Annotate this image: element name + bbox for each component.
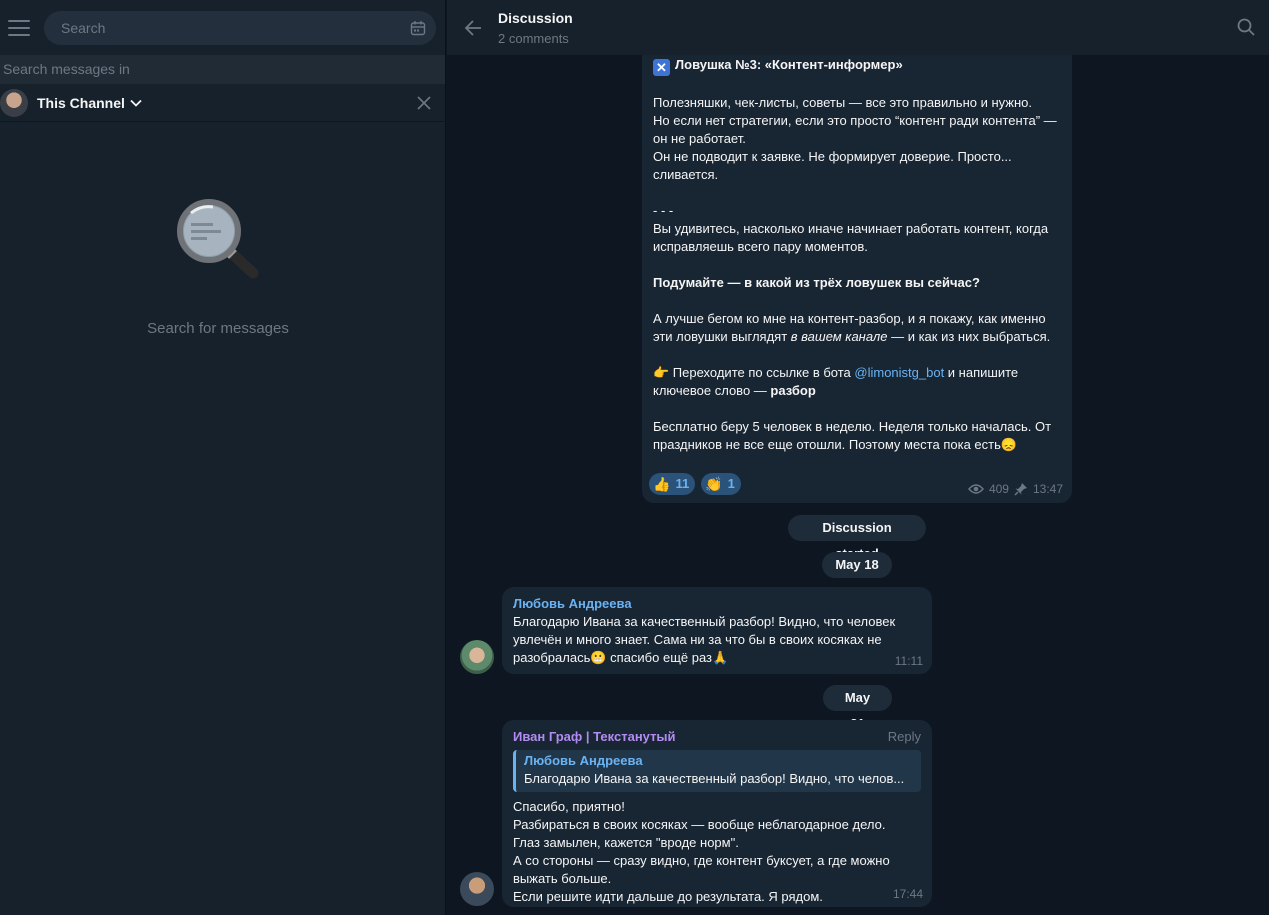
search-scope-row[interactable]: This Channel (0, 84, 445, 122)
comment-text: Спасибо, приятно! Разбираться в своих ко… (513, 799, 890, 904)
comment-author[interactable]: Любовь Андреева (513, 595, 921, 613)
channel-avatar (0, 88, 28, 117)
comment-time: 17:44 (892, 887, 923, 901)
close-icon[interactable] (417, 96, 431, 110)
post-paragraph-5: Бесплатно беру 5 человек в неделю. Недел… (653, 419, 1052, 452)
reaction-clap[interactable]: 👏 1 (701, 473, 741, 495)
avatar[interactable] (460, 640, 494, 674)
thumbs-up-icon: 👍 (653, 476, 671, 492)
eye-icon (968, 484, 984, 494)
date-badge: May 21 (823, 685, 892, 731)
search-box[interactable] (44, 10, 436, 45)
comment[interactable]: Любовь Андреева Благодарю Ивана за качес… (502, 587, 932, 674)
clap-icon: 👏 (705, 476, 723, 492)
bot-link[interactable]: @limonistg_bot (854, 365, 944, 380)
left-panel: Search messages in This Channel Search f… (0, 0, 446, 915)
empty-state-text: Search for messages (147, 320, 289, 337)
reply-button[interactable]: Reply (888, 728, 921, 746)
comment-author[interactable]: Иван Граф | Текстанутый (513, 728, 921, 746)
comment-time: 11:11 (894, 654, 923, 668)
chat-header: Discussion 2 comments (447, 0, 1269, 55)
header-titles: Discussion 2 comments (498, 10, 573, 46)
reply-quote[interactable]: Любовь Андреева Благодарю Ивана за качес… (513, 750, 921, 792)
post-time: 13:47 (1032, 482, 1063, 496)
post-paragraph-4: 👉 Переходите по ссылке в бота @limonistg… (653, 365, 1019, 398)
post-meta: 409 13:47 (963, 480, 1063, 498)
date-badge: May 18 (822, 552, 892, 578)
post-paragraph-2: Вы удивитесь, насколько иначе начинает р… (653, 221, 1049, 254)
magnifier-icon (177, 199, 259, 279)
search-icon[interactable] (1237, 18, 1255, 36)
pin-icon (1014, 483, 1027, 496)
post-heading: ✕ Ловушка №3: «Контент-информер» (653, 56, 1061, 76)
views-count: 409 (988, 482, 1009, 496)
quote-text: Благодарю Ивана за качественный разбор! … (524, 771, 905, 786)
chat-subtitle: 2 comments (498, 30, 569, 46)
reaction-thumbs-up[interactable]: 👍 11 (649, 473, 696, 495)
post-paragraph-1: Полезняшки, чек-листы, советы — все это … (653, 95, 1057, 182)
channel-post[interactable]: ✕ Ловушка №3: «Контент-информер» Полезняш… (642, 40, 1072, 503)
search-in-label: Search messages in (0, 55, 445, 84)
channel-name[interactable]: This Channel (37, 95, 125, 111)
chat-title: Discussion (498, 9, 573, 26)
comment[interactable]: Иван Граф | Текстанутый Reply Любовь Анд… (502, 720, 932, 907)
comment-text: Благодарю Ивана за качественный разбор! … (513, 614, 896, 665)
search-input[interactable] (61, 19, 361, 36)
reactions-bar: 👍 11 👏 1 (649, 473, 741, 495)
cross-mark-icon: ✕ (653, 59, 670, 76)
post-question: Подумайте — в какой из трёх ловушек вы с… (653, 275, 980, 290)
post-separator: - - - (653, 203, 674, 218)
chat-panel: Discussion 2 comments ✕ Ловушка №3: «Конт… (447, 0, 1269, 915)
chevron-down-icon[interactable] (130, 99, 142, 107)
discussion-started-badge: Discussion started (788, 515, 926, 561)
hamburger-menu-icon[interactable] (8, 19, 30, 36)
calendar-icon[interactable] (410, 20, 426, 36)
back-arrow-icon[interactable] (464, 19, 482, 37)
post-paragraph-3: А лучше бегом ко мне на контент-разбор, … (653, 311, 1051, 344)
empty-state: Search for messages (0, 195, 436, 337)
scrollbar[interactable] (1261, 55, 1269, 915)
left-topbar (0, 0, 445, 55)
avatar[interactable] (460, 872, 494, 906)
quote-author: Любовь Андреева (524, 753, 643, 768)
